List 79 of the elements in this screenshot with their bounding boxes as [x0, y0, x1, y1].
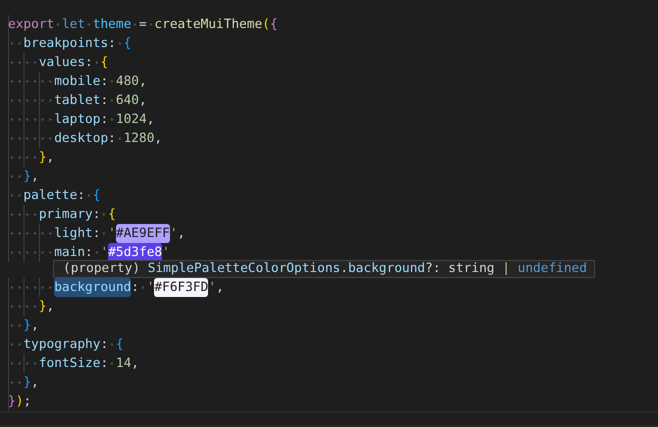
string-quote: ' — [162, 244, 170, 262]
string-quote: ' — [146, 278, 154, 297]
property-name: mobile — [54, 73, 100, 91]
string-quote: ' — [170, 225, 178, 243]
punctuation: , — [31, 374, 39, 392]
punctuation: : — [77, 187, 86, 205]
number-literal: 640 — [116, 92, 139, 110]
color-value: #F6F3FD — [154, 278, 208, 297]
number-literal: 14 — [116, 354, 132, 373]
punctuation: : — [100, 354, 108, 373]
property-name: background — [348, 261, 426, 276]
type-text: ?: — [425, 261, 441, 276]
bracket: } — [23, 316, 32, 335]
type-text: (property) — [63, 261, 140, 276]
punctuation: : — [100, 111, 108, 129]
property-name: palette — [23, 187, 78, 205]
punctuation: : — [108, 35, 116, 53]
punctuation: , — [139, 73, 147, 91]
punctuation: = — [139, 16, 147, 34]
punctuation: : — [92, 206, 100, 224]
bracket: | — [502, 261, 510, 276]
property-name: typography — [23, 336, 100, 354]
keyword: undefined — [518, 261, 587, 276]
punctuation: : — [131, 278, 139, 297]
punctuation: , — [146, 111, 154, 129]
property-name: light — [54, 225, 93, 243]
bracket: { — [92, 187, 100, 205]
property-name: desktop — [54, 130, 108, 148]
bracket: } — [8, 392, 16, 411]
color-value: #AE9EFF — [116, 224, 170, 243]
property-name: values — [38, 54, 86, 72]
function-name: createMuiTheme — [154, 16, 262, 34]
punctuation: : — [100, 336, 108, 354]
bracket: { — [124, 35, 132, 53]
property-name: primary — [38, 206, 93, 224]
number-literal: 1280 — [124, 130, 154, 148]
punctuation: : — [108, 130, 116, 148]
number-literal: 1024 — [116, 111, 147, 129]
bracket: ) — [16, 392, 24, 411]
property-name: breakpoints — [23, 35, 108, 53]
property-name: laptop — [54, 111, 100, 129]
type-text: . — [340, 261, 348, 276]
punctuation: : — [92, 225, 100, 243]
property-name: SimplePaletteColorOptions — [148, 261, 340, 276]
string-quote: ' — [108, 225, 116, 243]
property-name: fontSize — [38, 354, 100, 373]
bracket: } — [23, 168, 32, 186]
punctuation: , — [154, 130, 162, 148]
bracket: } — [38, 298, 47, 316]
property-name: main — [54, 244, 86, 262]
punctuation: , — [131, 354, 140, 373]
keyword: export — [8, 16, 54, 34]
bracket: { — [108, 206, 116, 224]
number-literal: 480 — [116, 73, 139, 91]
punctuation: , — [46, 298, 54, 316]
bracket: { — [116, 336, 124, 354]
punctuation: : — [85, 244, 93, 262]
punctuation: , — [178, 225, 186, 243]
punctuation: , — [31, 168, 39, 186]
punctuation: , — [46, 149, 54, 167]
string-quote: ' — [208, 278, 216, 297]
punctuation: , — [216, 278, 224, 297]
property-name: tablet — [54, 92, 100, 110]
bracket: } — [38, 149, 47, 167]
punctuation: : — [85, 54, 93, 72]
punctuation: : — [100, 92, 108, 110]
punctuation: , — [31, 316, 39, 335]
highlighted-property: background — [54, 278, 132, 297]
type-text: string — [448, 261, 494, 276]
keyword: let — [62, 16, 86, 34]
punctuation: , — [139, 92, 147, 110]
bracket: ( — [262, 16, 270, 34]
bracket: { — [100, 54, 108, 72]
variable-name: theme — [92, 16, 132, 34]
bracket: { — [270, 16, 278, 34]
string-quote: ' — [100, 244, 108, 262]
bracket: } — [23, 374, 32, 392]
punctuation: ; — [23, 392, 32, 411]
punctuation: : — [100, 73, 108, 91]
